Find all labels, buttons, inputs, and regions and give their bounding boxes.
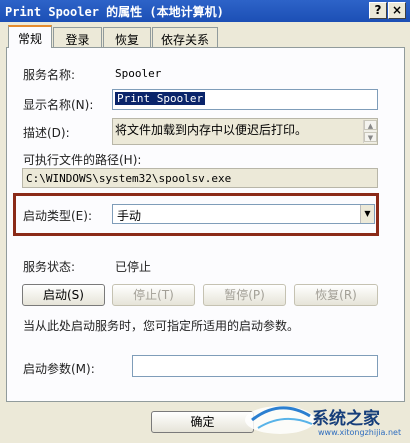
start-params-input[interactable] xyxy=(132,355,378,377)
startup-type-value: 手动 xyxy=(117,209,142,223)
help-button[interactable]: ? xyxy=(369,2,387,19)
service-status-label: 服务状态: xyxy=(23,260,76,274)
resume-button[interactable]: 恢复(R) xyxy=(294,284,378,306)
display-name-field[interactable]: Print Spooler xyxy=(112,89,378,110)
tab-dependencies[interactable]: 依存关系 xyxy=(152,27,218,47)
tab-logon[interactable]: 登录 xyxy=(53,27,102,47)
description-value: 将文件加载到内存中以便迟后打印。 xyxy=(115,123,308,137)
path-label: 可执行文件的路径(H): xyxy=(23,153,142,167)
description-label: 描述(D): xyxy=(23,126,70,140)
close-button[interactable]: × xyxy=(388,2,406,19)
display-name-label: 显示名称(N): xyxy=(23,98,94,112)
startup-type-label: 启动类型(E): xyxy=(23,209,92,223)
tab-recovery[interactable]: 恢复 xyxy=(103,27,151,47)
watermark-url: www.xitongzhijia.net xyxy=(318,428,402,437)
start-button[interactable]: 启动(S) xyxy=(22,284,105,306)
description-field[interactable]: 将文件加载到内存中以便迟后打印。 ▲ ▼ xyxy=(112,118,378,145)
window-title: Print Spooler 的属性 (本地计算机) xyxy=(5,5,224,19)
tab-general[interactable]: 常规 xyxy=(8,25,52,48)
start-params-label: 启动参数(M): xyxy=(23,362,95,376)
description-scrollbar[interactable]: ▲ ▼ xyxy=(363,120,377,143)
ok-button[interactable]: 确定 xyxy=(151,411,254,433)
stop-button[interactable]: 停止(T) xyxy=(112,284,195,306)
chevron-down-icon[interactable]: ▼ xyxy=(360,205,374,223)
watermark-text: 系统之家 xyxy=(312,409,380,429)
start-params-hint: 当从此处启动服务时，您可指定所适用的启动参数。 xyxy=(23,319,300,333)
title-bar: Print Spooler 的属性 (本地计算机) ? × xyxy=(0,0,410,22)
startup-type-select[interactable]: 手动 ▼ xyxy=(112,204,375,224)
service-name-value: Spooler xyxy=(115,67,162,80)
service-status-value: 已停止 xyxy=(115,260,152,274)
scroll-down-icon[interactable]: ▼ xyxy=(364,132,377,142)
display-name-value: Print Spooler xyxy=(115,92,206,105)
scroll-up-icon[interactable]: ▲ xyxy=(364,120,377,130)
path-value: C:\WINDOWS\system32\spoolsv.exe xyxy=(26,172,232,185)
path-field: C:\WINDOWS\system32\spoolsv.exe xyxy=(22,168,378,188)
service-name-label: 服务名称: xyxy=(23,68,76,82)
pause-button[interactable]: 暂停(P) xyxy=(203,284,286,306)
watermark: 系统之家 www.xitongzhijia.net xyxy=(240,390,410,443)
